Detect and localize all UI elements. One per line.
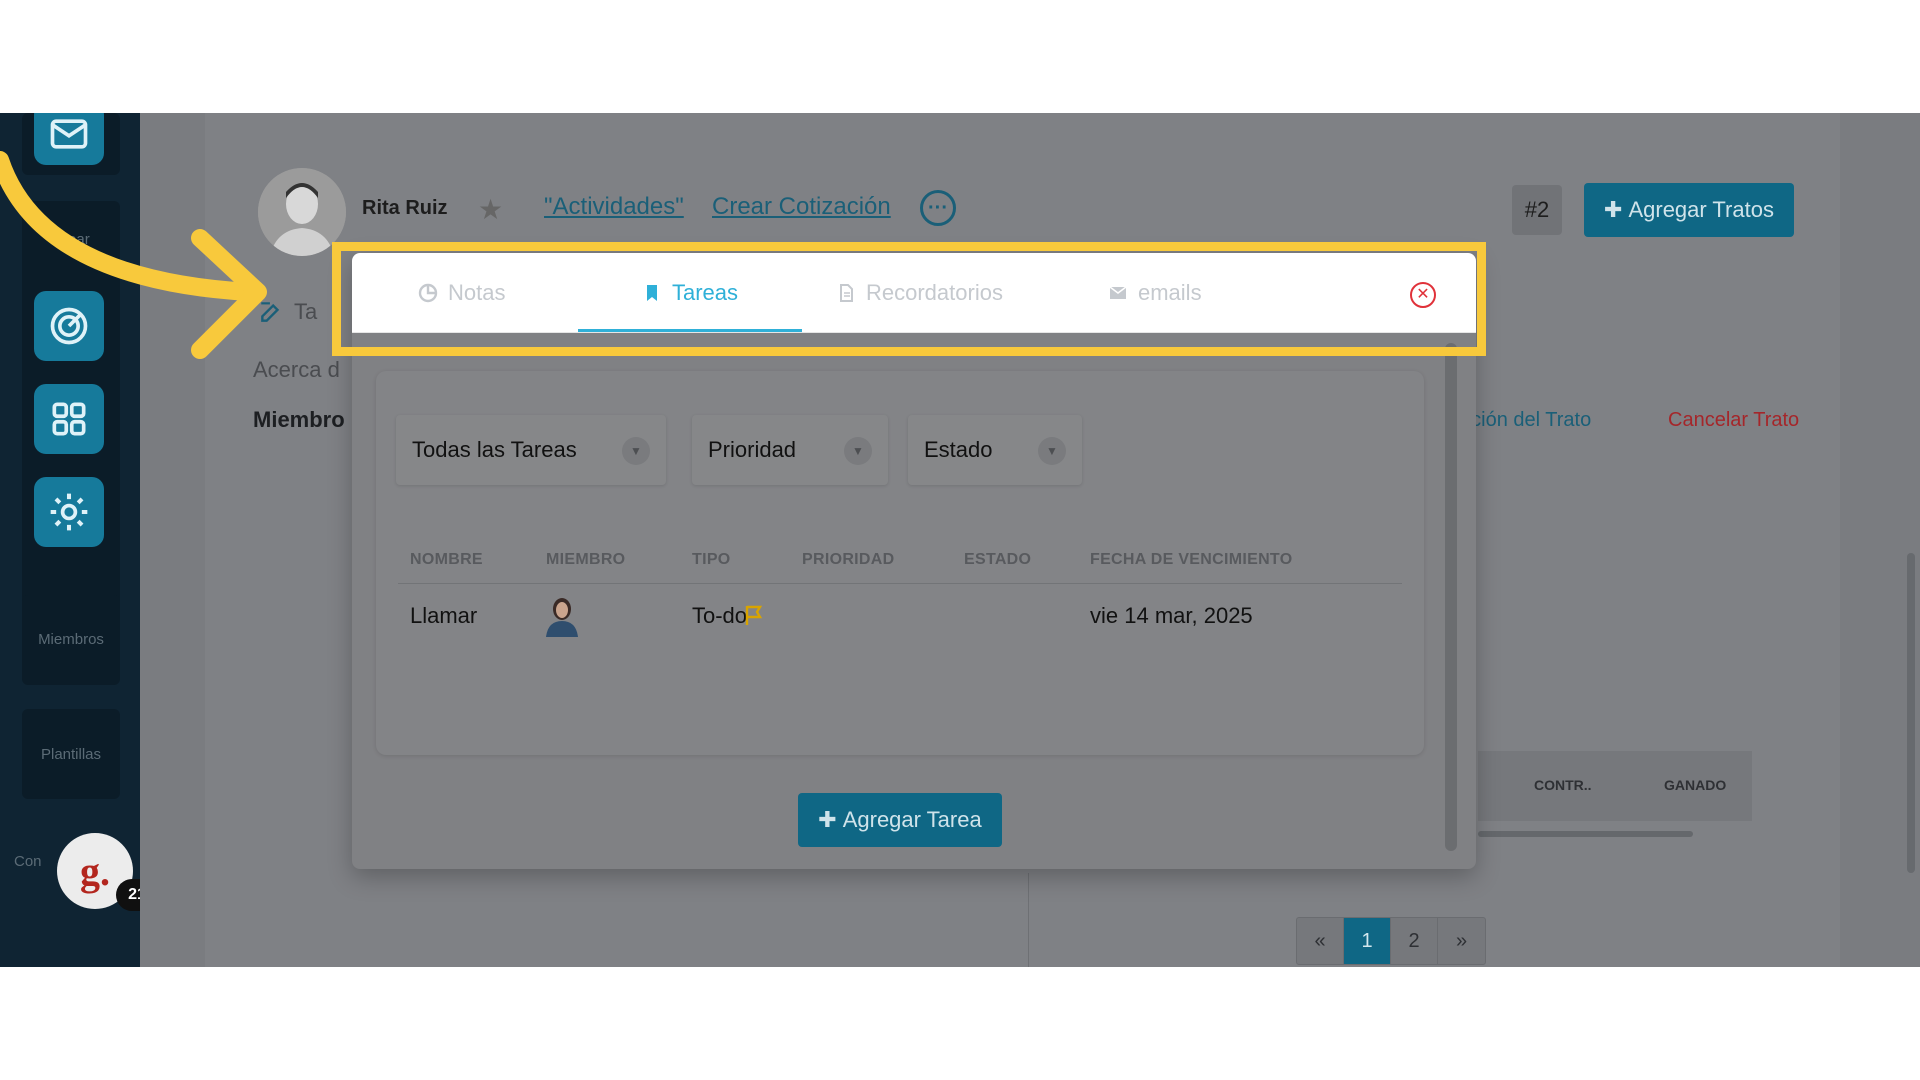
background-table-scrollbar[interactable] xyxy=(1478,831,1693,837)
pagination-prev[interactable]: « xyxy=(1297,918,1344,964)
pagination-next[interactable]: » xyxy=(1438,918,1485,964)
filter-priority[interactable]: Prioridad ▼ xyxy=(692,415,888,485)
add-task-label: Agregar Tarea xyxy=(842,807,982,832)
header-divider xyxy=(398,583,1402,584)
background-divider xyxy=(1028,873,1029,967)
col-header-miembro[interactable]: MIEMBRO xyxy=(546,551,625,569)
filter-priority-label: Prioridad xyxy=(708,437,797,462)
plus-icon: ✚ xyxy=(818,807,837,832)
sidebar-settings-button[interactable] xyxy=(34,477,104,547)
chevron-down-icon: ▼ xyxy=(1038,437,1066,465)
stage: Crear Miembros Plantillas Con g. 21 Rita… xyxy=(0,0,1920,1080)
add-task-button[interactable]: ✚ Agregar Tarea xyxy=(798,793,1002,847)
members-label: Miembro xyxy=(253,407,345,432)
cancel-deal-link[interactable]: Cancelar Trato xyxy=(1668,409,1799,432)
tasks-card: Todas las Tareas ▼ Prioridad ▼ Estado ▼ … xyxy=(376,371,1424,755)
col-header-nombre[interactable]: NOMBRE xyxy=(410,551,483,569)
activities-link[interactable]: "Actividades" xyxy=(544,193,684,221)
add-deals-button[interactable]: ✚ Agregar Tratos xyxy=(1584,183,1794,237)
filter-status-label: Estado xyxy=(924,437,993,462)
sidebar-label-plantillas[interactable]: Plantillas xyxy=(22,746,120,763)
col-header-tipo[interactable]: TIPO xyxy=(692,551,731,569)
pointer-arrow-icon xyxy=(0,151,267,359)
bg-col-won: GANADO xyxy=(1664,777,1727,793)
bg-col-contract: CONTR.. xyxy=(1534,777,1592,793)
page-scrollbar[interactable] xyxy=(1907,553,1915,873)
col-header-prioridad[interactable]: PRIORIDAD xyxy=(802,551,894,569)
task-due-date: vie 14 mar, 2025 xyxy=(1090,603,1253,628)
filter-status[interactable]: Estado ▼ xyxy=(908,415,1082,485)
chevron-down-icon: ▼ xyxy=(622,437,650,465)
pagination-page-2[interactable]: 2 xyxy=(1391,918,1438,964)
pagination-page-1[interactable]: 1 xyxy=(1344,918,1391,964)
tabs-highlight-box xyxy=(332,242,1486,356)
member-avatar xyxy=(546,598,578,637)
task-type: To-do xyxy=(692,603,748,628)
more-options-icon[interactable]: ··· xyxy=(920,190,956,226)
pagination: « 1 2 » xyxy=(1296,917,1486,965)
create-quote-link[interactable]: Crear Cotización xyxy=(712,193,891,221)
contact-name: Rita Ruiz xyxy=(362,197,448,219)
deal-number: #2 xyxy=(1512,185,1562,235)
filter-all-tasks[interactable]: Todas las Tareas ▼ xyxy=(396,415,666,485)
filter-all-tasks-label: Todas las Tareas xyxy=(412,437,577,462)
col-header-estado[interactable]: ESTADO xyxy=(964,551,1031,569)
flag-icon xyxy=(745,605,763,625)
add-deals-label: Agregar Tratos xyxy=(1628,197,1774,222)
col-header-fecha[interactable]: FECHA DE VENCIMIENTO xyxy=(1090,551,1292,569)
deal-info-link[interactable]: ación del Trato xyxy=(1460,409,1591,432)
chevron-down-icon: ▼ xyxy=(844,437,872,465)
plus-icon: ✚ xyxy=(1604,197,1623,222)
modal-scrollbar[interactable] xyxy=(1445,343,1457,851)
sidebar-grid-button[interactable] xyxy=(34,384,104,454)
grid-icon xyxy=(52,402,86,436)
task-name[interactable]: Llamar xyxy=(410,603,477,629)
sidebar-label-miembros[interactable]: Miembros xyxy=(22,631,120,648)
gear-icon xyxy=(50,493,88,531)
star-icon[interactable]: ★ xyxy=(478,193,503,226)
tag-label: Ta xyxy=(294,299,318,324)
